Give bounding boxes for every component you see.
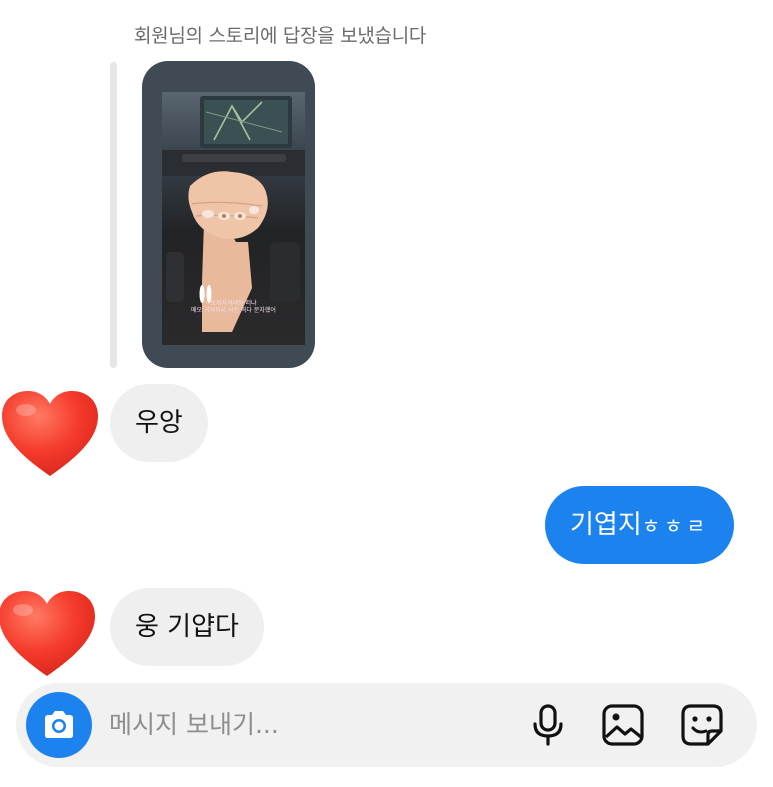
story-overlay-text: 토끼자석대장 떠냐 bbox=[210, 300, 257, 307]
camera-icon bbox=[45, 711, 73, 738]
story-thumbnail[interactable]: 토끼자석대장 떠냐 메모 귀여워서 사진 찍다 문자했어 bbox=[142, 61, 315, 368]
message-text: 기엽지 bbox=[570, 510, 642, 540]
message-bubble-incoming[interactable]: 우앙 bbox=[110, 384, 208, 462]
story-overlay-text: 메모 귀여워서 사진 찍다 문자했어 bbox=[191, 307, 276, 314]
story-reply-caption: 회원님의 스토리에 답장을 보냈습니다 bbox=[134, 25, 427, 47]
image-icon[interactable] bbox=[601, 703, 645, 747]
story-photo: 토끼자석대장 떠냐 메모 귀여워서 사진 찍다 문자했어 bbox=[162, 92, 305, 345]
message-composer: 메시지 보내기... bbox=[16, 683, 757, 767]
sticker-icon[interactable] bbox=[680, 703, 724, 747]
story-quote-bar bbox=[110, 62, 117, 368]
message-input[interactable]: 메시지 보내기... bbox=[109, 683, 279, 767]
red-heart-icon[interactable] bbox=[0, 590, 97, 680]
message-bubble-outgoing[interactable]: 기엽지ㅎㅎㄹ bbox=[545, 486, 734, 564]
microphone-icon[interactable] bbox=[526, 703, 570, 747]
message-bubble-incoming[interactable]: 웅 기얍다 bbox=[110, 588, 264, 666]
camera-button[interactable] bbox=[26, 692, 92, 758]
red-heart-icon[interactable] bbox=[0, 390, 100, 480]
message-text-small: ㅎㅎㄹ bbox=[641, 514, 709, 538]
